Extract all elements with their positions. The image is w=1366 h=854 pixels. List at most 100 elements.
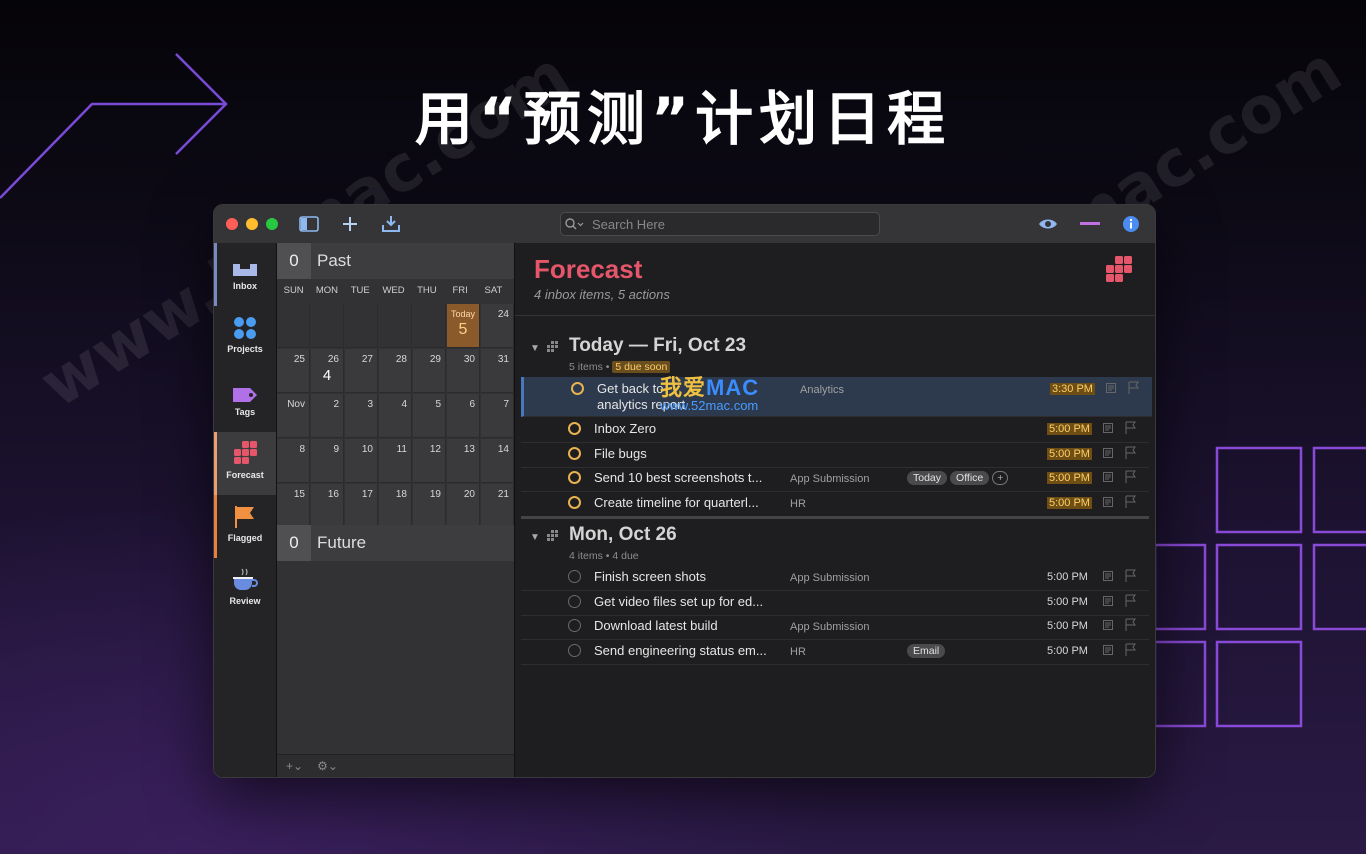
task-row[interactable]: Finish screen shots App Submission 5:00 … xyxy=(521,565,1149,591)
task-name[interactable]: Get back to xyxy=(597,381,663,396)
flag-icon[interactable] xyxy=(1128,381,1140,395)
task-name[interactable]: File bugs xyxy=(594,446,647,461)
calendar-day[interactable]: 14 xyxy=(481,439,514,483)
calendar-day[interactable]: 3 xyxy=(345,394,378,438)
search-field[interactable] xyxy=(560,212,880,236)
add-button[interactable] xyxy=(339,214,361,234)
flag-icon[interactable] xyxy=(1125,594,1137,608)
sidebar-toggle-button[interactable] xyxy=(298,214,320,234)
sidebar-item-tags[interactable]: Tags xyxy=(214,369,276,432)
tag-chip[interactable]: Today xyxy=(907,471,948,485)
calendar-day[interactable]: 27 xyxy=(345,349,378,393)
disclosure-triangle-icon[interactable]: ▼ xyxy=(530,343,540,354)
sidebar-item-forecast[interactable]: Forecast xyxy=(214,432,276,495)
calendar-day[interactable]: 4 xyxy=(379,394,412,438)
calendar-day[interactable]: 15 xyxy=(277,484,310,528)
note-icon[interactable] xyxy=(1103,423,1113,433)
calendar-day[interactable]: 24 xyxy=(481,304,514,348)
note-icon[interactable] xyxy=(1103,596,1113,606)
settings-menu-button[interactable]: ⚙⌄ xyxy=(317,759,338,773)
flag-icon[interactable] xyxy=(1125,495,1137,509)
sidebar-item-review[interactable]: Review xyxy=(214,558,276,621)
task-name[interactable]: Get video files set up for ed... xyxy=(594,594,763,609)
sidebar-item-projects[interactable]: Projects xyxy=(214,306,276,369)
task-name[interactable]: Inbox Zero xyxy=(594,421,656,436)
calendar-day[interactable]: 12 xyxy=(413,439,446,483)
add-tag-button[interactable]: + xyxy=(992,471,1009,485)
flag-icon[interactable] xyxy=(1125,470,1137,484)
calendar-day[interactable]: 2 xyxy=(311,394,344,438)
tag-chip[interactable]: Office xyxy=(950,471,990,485)
calendar-day[interactable]: 5 xyxy=(413,394,446,438)
calendar-day[interactable]: 28 xyxy=(379,349,412,393)
task-checkbox[interactable] xyxy=(568,570,581,583)
future-row[interactable]: 0 Future xyxy=(277,525,514,561)
note-icon[interactable] xyxy=(1103,620,1113,630)
task-name[interactable]: Send engineering status em... xyxy=(594,643,767,658)
note-icon[interactable] xyxy=(1103,645,1113,655)
focus-button[interactable] xyxy=(1079,214,1101,234)
task-name[interactable]: Create timeline for quarterl... xyxy=(594,495,759,510)
task-row[interactable]: Send 10 best screenshots t... App Submis… xyxy=(521,466,1149,492)
note-icon[interactable] xyxy=(1103,497,1113,507)
flag-icon[interactable] xyxy=(1125,446,1137,460)
calendar-day[interactable]: 29 xyxy=(413,349,446,393)
view-options-button[interactable] xyxy=(1037,214,1059,234)
calendar-day[interactable]: 8 xyxy=(277,439,310,483)
minimize-button[interactable] xyxy=(246,218,258,230)
inspector-button[interactable] xyxy=(1120,214,1142,234)
sidebar-item-inbox[interactable]: Inbox xyxy=(214,243,276,306)
task-name[interactable]: Download latest build xyxy=(594,618,718,633)
calendar-day[interactable]: 20 xyxy=(447,484,480,528)
note-icon[interactable] xyxy=(1103,448,1113,458)
flag-icon[interactable] xyxy=(1125,421,1137,435)
note-icon[interactable] xyxy=(1106,383,1116,393)
quick-entry-button[interactable] xyxy=(380,214,402,234)
task-checkbox[interactable] xyxy=(568,619,581,632)
disclosure-triangle-icon[interactable]: ▼ xyxy=(530,532,540,543)
task-name[interactable]: Send 10 best screenshots t... xyxy=(594,470,762,485)
flag-icon[interactable] xyxy=(1125,569,1137,583)
close-button[interactable] xyxy=(226,218,238,230)
calendar-day[interactable]: 13 xyxy=(447,439,480,483)
task-row[interactable]: Create timeline for quarterl... HR 5:00 … xyxy=(521,491,1149,517)
flag-icon[interactable] xyxy=(1125,643,1137,657)
task-row[interactable]: File bugs 5:00 PM xyxy=(521,442,1149,468)
search-input[interactable] xyxy=(590,215,864,233)
task-checkbox[interactable] xyxy=(568,447,581,460)
calendar-day[interactable]: 19 xyxy=(413,484,446,528)
calendar-day[interactable]: 6 xyxy=(447,394,480,438)
task-row[interactable]: Get video files set up for ed... 5:00 PM xyxy=(521,590,1149,616)
task-checkbox[interactable] xyxy=(568,496,581,509)
task-checkbox[interactable] xyxy=(568,595,581,608)
task-row[interactable]: Inbox Zero 5:00 PM xyxy=(521,417,1149,443)
zoom-button[interactable] xyxy=(266,218,278,230)
tag-chip[interactable]: Email xyxy=(907,644,946,658)
task-checkbox[interactable] xyxy=(568,471,581,484)
add-menu-button[interactable]: +⌄ xyxy=(286,759,303,773)
task-name[interactable]: Finish screen shots xyxy=(594,569,706,584)
calendar-day[interactable]: Nov xyxy=(277,394,310,438)
task-checkbox[interactable] xyxy=(568,644,581,657)
calendar-day[interactable]: 25 xyxy=(277,349,310,393)
calendar-day-today[interactable]: Today 5 xyxy=(447,304,480,348)
task-row[interactable]: Get back to analytics report Analytics 3… xyxy=(521,377,1152,417)
calendar-day[interactable]: 18 xyxy=(379,484,412,528)
calendar-day[interactable]: 11 xyxy=(379,439,412,483)
note-icon[interactable] xyxy=(1103,571,1113,581)
task-checkbox[interactable] xyxy=(571,382,584,395)
calendar-day[interactable]: 21 xyxy=(481,484,514,528)
task-row[interactable]: Send engineering status em... HR Email 5… xyxy=(521,639,1149,665)
calendar-day[interactable]: 7 xyxy=(481,394,514,438)
flag-icon[interactable] xyxy=(1125,618,1137,632)
calendar-day[interactable]: 9 xyxy=(311,439,344,483)
calendar-day[interactable]: 16 xyxy=(311,484,344,528)
past-row[interactable]: 0 Past xyxy=(277,243,514,279)
task-checkbox[interactable] xyxy=(568,422,581,435)
task-row[interactable]: Download latest build App Submission 5:0… xyxy=(521,614,1149,640)
calendar-day[interactable]: 26 4 xyxy=(311,349,344,393)
calendar-day[interactable]: 31 xyxy=(481,349,514,393)
calendar-day[interactable]: 30 xyxy=(447,349,480,393)
sidebar-item-flagged[interactable]: Flagged xyxy=(214,495,276,558)
note-icon[interactable] xyxy=(1103,472,1113,482)
